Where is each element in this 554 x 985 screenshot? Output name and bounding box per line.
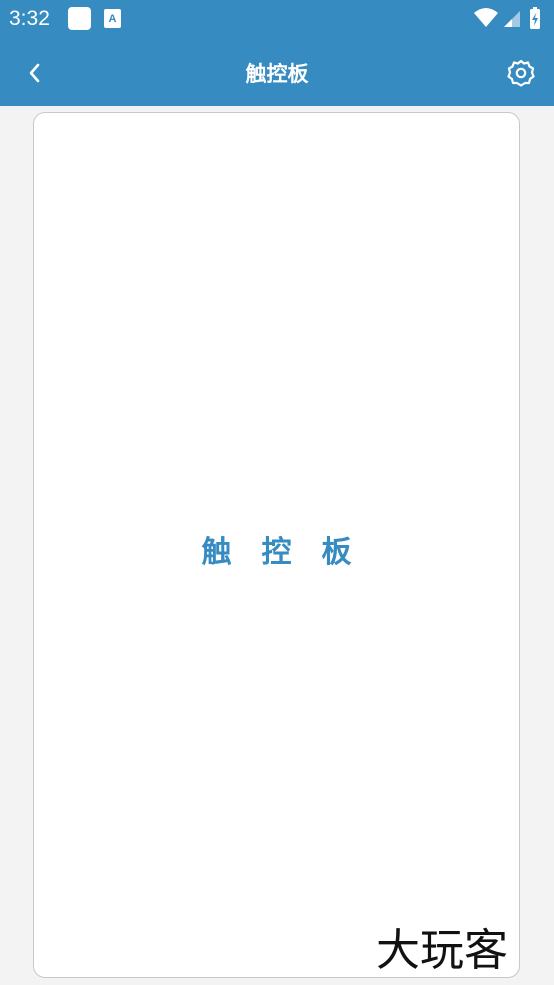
settings-button[interactable] [500, 52, 542, 94]
svg-text:A: A [109, 13, 117, 25]
app-bar: 触控板 [0, 38, 554, 106]
battery-charging-icon [530, 7, 540, 29]
page-title: 触控板 [245, 62, 309, 86]
wifi-icon [474, 8, 498, 27]
notification-square-icon [68, 7, 91, 30]
status-bar: 3:32 A [0, 0, 554, 38]
cell-signal-icon [504, 11, 520, 27]
status-right-icons [474, 7, 540, 29]
status-time: 3:32 [9, 7, 50, 30]
a-badge-icon: A [104, 9, 121, 28]
touchpad-area[interactable]: 触控板 [33, 112, 520, 978]
gear-icon [507, 59, 535, 87]
watermark-logo: 大玩客 [376, 925, 508, 976]
touchpad-label: 触控板 [201, 535, 382, 570]
